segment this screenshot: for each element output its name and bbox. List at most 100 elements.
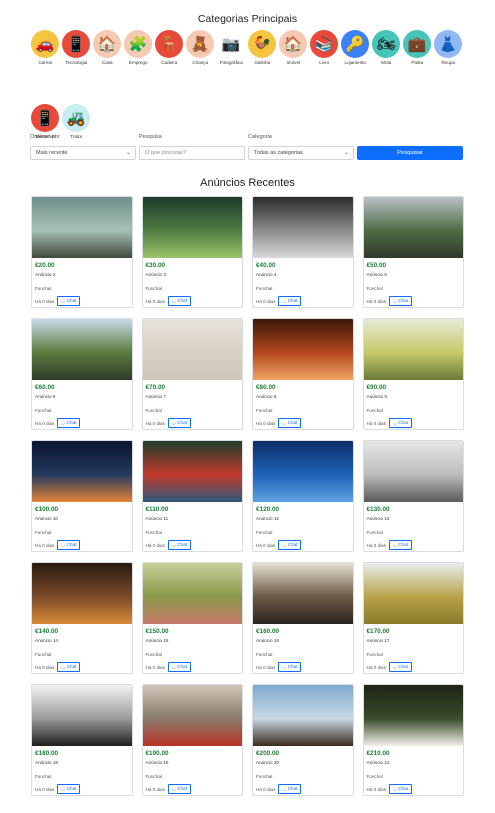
car-icon: 🚗 — [31, 30, 60, 58]
ad-location: Funchal — [35, 286, 52, 291]
chat-label: Chat — [287, 664, 298, 669]
category-select[interactable]: Todas as categorias ⌄ — [248, 146, 354, 160]
ad-card[interactable]: €70.00 Anúncio 7 Funchal Há 0 dias ◡ Chat — [141, 318, 243, 430]
ad-card[interactable]: €60.00 Anúncio 6 Funchal Há 0 dias ◡ Chat — [31, 318, 133, 430]
ad-card[interactable]: €90.00 Anúncio 9 Funchal Há 0 dias ◡ Chat — [362, 318, 464, 430]
category-item[interactable]: 📱 Tecnologia — [61, 30, 92, 77]
ad-card-body: €190.00 Anúncio 19 Funchal Há 0 dias ◡ Chat — [143, 746, 243, 795]
ad-time: Há 0 dias — [35, 298, 55, 304]
ad-card[interactable]: €140.00 Anúncio 14 Funchal Há 0 dias ◡ Chat — [31, 562, 133, 674]
category-item[interactable]: 🧩 Emprego — [123, 30, 154, 77]
ad-card-body: €160.00 Anúncio 16 Funchal Há 0 dias ◡ Chat — [253, 624, 353, 673]
chat-button[interactable]: ◡ Chat — [278, 784, 302, 794]
mobile-icon: 📱 — [31, 104, 60, 132]
search-input[interactable]: O que procuras? — [139, 146, 245, 160]
ad-title: Anúncio 7 — [145, 394, 166, 399]
boxes-icon: 🧩 — [124, 30, 153, 58]
chat-label: Chat — [177, 298, 187, 303]
lake-pier-photo — [32, 197, 132, 258]
chat-label: Chat — [287, 786, 298, 791]
ad-title: Anúncio 20 — [256, 760, 279, 765]
chat-button[interactable]: ◡ Chat — [278, 662, 302, 672]
ad-card-body: €150.00 Anúncio 15 Funchal Há 0 dias ◡ Chat — [143, 624, 243, 673]
ad-card[interactable]: €20.00 Anúncio 2 Funchal Há 0 dias ◡ Chat — [31, 196, 133, 308]
chat-button[interactable]: ◡ Chat — [57, 418, 81, 428]
category-item[interactable]: 🐓 Galinha — [247, 30, 278, 77]
ad-card-body: €170.00 Anúncio 17 Funchal Há 0 dias ◡ Chat — [364, 624, 464, 673]
ad-card-body: €70.00 Anúncio 7 Funchal Há 0 dias ◡ Chat — [143, 380, 243, 429]
chat-button[interactable]: ◡ Chat — [388, 296, 412, 306]
key-icon: 🔑 — [341, 30, 370, 58]
order-label: Ordenar por — [30, 134, 60, 140]
ad-time: Há 0 dias — [145, 664, 165, 670]
chat-button[interactable]: ◡ Chat — [388, 540, 412, 550]
chat-button[interactable]: ◡ Chat — [167, 540, 191, 550]
ad-location: Funchal — [256, 652, 273, 657]
ad-card[interactable]: €40.00 Anúncio 4 Funchal Há 0 dias ◡ Chat — [252, 196, 354, 308]
ad-card[interactable]: €160.00 Anúncio 16 Funchal Há 0 dias ◡ Chat — [252, 562, 354, 674]
ad-card[interactable]: €110.00 Anúncio 11 Funchal Há 0 dias ◡ Chat — [141, 440, 243, 552]
chat-button[interactable]: ◡ Chat — [167, 784, 191, 794]
chat-button[interactable]: ◡ Chat — [278, 540, 302, 550]
ad-card[interactable]: €120.00 Anúncio 12 Funchal Há 0 dias ◡ Chat — [252, 440, 354, 552]
ad-title: Anúncio 19 — [145, 760, 169, 765]
building-icon: 🏠 — [279, 30, 308, 58]
chat-button[interactable]: ◡ Chat — [388, 418, 412, 428]
ad-card-body: €140.00 Anúncio 14 Funchal Há 0 dias ◡ Chat — [32, 624, 132, 673]
category-label: Galinha — [254, 60, 271, 65]
ad-card[interactable]: €180.00 Anúncio 18 Funchal Há 0 dias ◡ Chat — [31, 684, 133, 796]
ad-card[interactable]: €210.00 Anúncio 21 Funchal Há 0 dias ◡ Chat — [362, 684, 464, 796]
search-placeholder: O que procuras? — [145, 150, 186, 156]
ad-title: Anúncio 4 — [256, 272, 277, 277]
order-select[interactable]: Mais recente ⌄ — [30, 146, 136, 160]
category-item[interactable]: 📷 Fotográfica — [216, 30, 247, 77]
chat-button[interactable]: ◡ Chat — [388, 784, 412, 794]
wheat-photo — [142, 563, 242, 624]
category-item[interactable]: 🏍 Mota — [371, 30, 402, 77]
ad-location: Funchal — [35, 530, 52, 535]
category-item[interactable]: 🏠 Casa — [92, 30, 123, 77]
briefcase-icon: 💼 — [403, 30, 432, 58]
fog-photo — [363, 441, 463, 502]
chat-button[interactable]: ◡ Chat — [388, 662, 412, 672]
category-item[interactable]: 🧸 Criança — [185, 30, 216, 77]
category-item[interactable]: 🪑 Cadeira — [154, 30, 185, 77]
chat-button[interactable]: ◡ Chat — [57, 296, 81, 306]
chat-button[interactable]: ◡ Chat — [278, 418, 302, 428]
chat-button[interactable]: ◡ Chat — [167, 418, 191, 428]
chat-button[interactable]: ◡ Chat — [278, 296, 302, 306]
ad-card[interactable]: €30.00 Anúncio 3 Funchal Há 0 dias ◡ Chat — [141, 196, 243, 308]
category-label: Imóvel — [286, 60, 301, 65]
ad-card[interactable]: €50.00 Anúncio 5 Funchal Há 0 dias ◡ Chat — [362, 196, 464, 308]
ad-time: Há 0 dias — [35, 420, 55, 426]
category-item[interactable]: 💼 Pasta — [402, 30, 433, 77]
ad-price: €180.00 — [35, 750, 59, 757]
ad-card[interactable]: €100.00 Anúncio 10 Funchal Há 0 dias ◡ Chat — [31, 440, 133, 552]
category-item[interactable]: 📚 Livro — [309, 30, 340, 77]
search-button[interactable]: Pesquisar — [357, 146, 463, 160]
ad-card[interactable]: €200.00 Anúncio 20 Funchal Há 0 dias ◡ Chat — [252, 684, 354, 796]
chat-button[interactable]: ◡ Chat — [57, 784, 81, 794]
ad-meta-row: Há 0 dias ◡ Chat — [35, 418, 129, 428]
category-item[interactable]: 🏠 Imóvel — [278, 30, 309, 77]
chat-label: Chat — [66, 420, 77, 425]
ad-card[interactable]: €80.00 Anúncio 8 Funchal Há 0 dias ◡ Chat — [252, 318, 354, 430]
category-label: Mota — [381, 60, 392, 65]
ad-title: Anúncio 15 — [145, 638, 169, 643]
chat-button[interactable]: ◡ Chat — [57, 540, 81, 550]
ad-price: €130.00 — [366, 506, 390, 513]
grass-photo — [142, 197, 242, 258]
ad-card[interactable]: €190.00 Anúncio 19 Funchal Há 0 dias ◡ Chat — [141, 684, 243, 796]
ad-card[interactable]: €150.00 Anúncio 15 Funchal Há 0 dias ◡ Chat — [141, 562, 243, 674]
chat-button[interactable]: ◡ Chat — [167, 662, 191, 672]
category-item[interactable]: 🔑 Lojamento — [340, 30, 371, 77]
chat-button[interactable]: ◡ Chat — [167, 296, 191, 306]
ad-card[interactable]: €130.00 Anúncio 13 Funchal Há 0 dias ◡ Chat — [362, 440, 464, 552]
ad-card[interactable]: €170.00 Anúncio 17 Funchal Há 0 dias ◡ Chat — [362, 562, 464, 674]
leaf-photo — [363, 319, 463, 380]
chat-button[interactable]: ◡ Chat — [57, 662, 81, 672]
category-item[interactable]: 🚗 Carros — [30, 30, 61, 77]
ad-meta-row: Há 0 dias ◡ Chat — [35, 296, 129, 306]
category-item[interactable]: 👗 Roupa — [433, 30, 464, 77]
ad-price: €140.00 — [35, 628, 59, 635]
